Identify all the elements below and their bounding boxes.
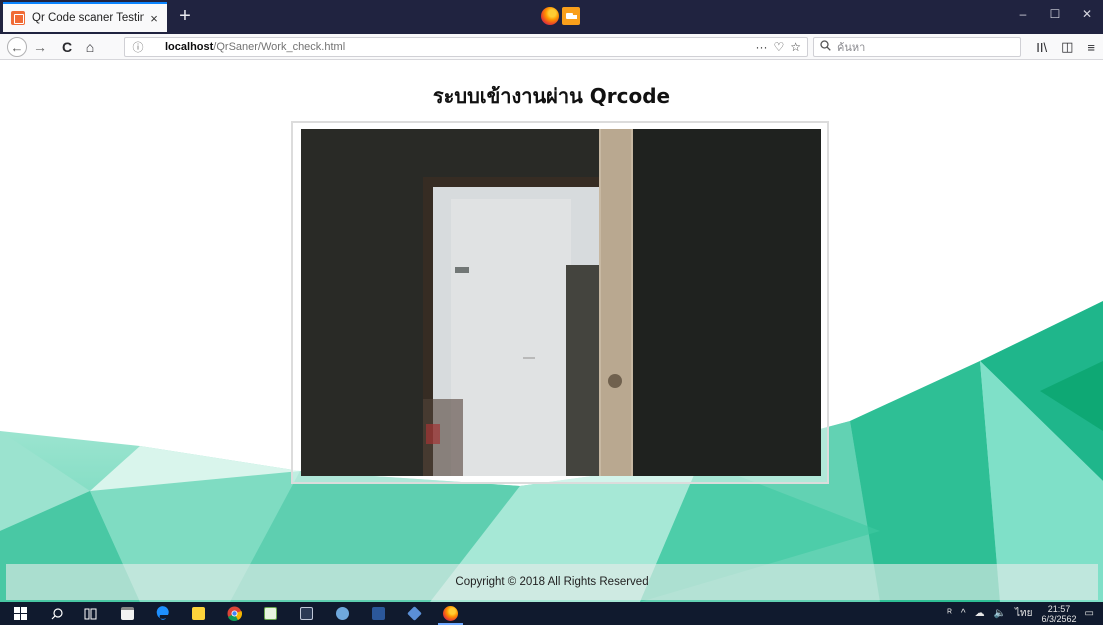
url-host: localhost [165,41,214,53]
taskbar-edge[interactable] [146,602,179,625]
windows-icon [14,607,27,620]
notepad-icon [264,607,277,620]
show-hidden-icons-chevron[interactable]: ^ [961,608,966,619]
url-bar[interactable]: ⓘ localhost/QrSaner/Work_check.html ··· … [124,37,808,57]
taskbar-search-button[interactable] [40,602,73,625]
camera-preview-frame [291,121,829,484]
web-page: ระบบเข้างานผ่าน Qrcode Copyright © 2018 … [0,61,1103,602]
firefox-icon [541,7,559,25]
webcam-video [301,129,821,476]
minimize-button[interactable]: – [1007,0,1039,28]
taskbar-sticky-notes[interactable] [182,602,215,625]
taskbar-word[interactable] [362,602,395,625]
url-text[interactable]: localhost/QrSaner/Work_check.html [165,41,345,53]
task-view-button[interactable] [74,602,107,625]
volume-icon[interactable]: 🔈 [994,608,1006,619]
forward-button[interactable]: → [30,34,50,60]
taskbar-notepad[interactable] [254,602,287,625]
windows-taskbar: ᴿ ^ ☁ 🔈 ไทย 21:57 6/3/2562 ▭ [0,602,1103,625]
page-title: ระบบเข้างานผ่าน Qrcode [432,84,671,108]
steam-icon [336,607,349,620]
reload-button[interactable]: C [57,34,77,60]
pocket-icon[interactable]: ♡ [773,40,784,54]
library-icon[interactable]: II\ [1036,40,1047,55]
wifi-icon[interactable]: ☁ [975,608,985,619]
search-bar[interactable]: ค้นหา [813,37,1021,57]
system-tray: ᴿ ^ ☁ 🔈 ไทย 21:57 6/3/2562 ▭ [947,602,1103,625]
menu-icon[interactable]: ≡ [1087,40,1095,55]
tab-title: Qr Code scaner Testing [32,12,144,24]
taskbar-chrome[interactable] [218,602,251,625]
back-arrow-icon: ← [7,37,27,57]
back-button[interactable]: ← [6,34,28,60]
language-indicator[interactable]: ไทย [1015,606,1032,621]
search-icon [51,607,63,619]
site-info-icon[interactable]: ⓘ [125,39,151,55]
close-window-button[interactable]: ✕ [1071,0,1103,28]
sticky-notes-icon [192,607,205,620]
start-button[interactable] [4,602,37,625]
taskbar-file-explorer[interactable] [290,602,323,625]
url-path: /QrSaner/Work_check.html [213,41,346,53]
people-icon[interactable]: ᴿ [947,608,952,619]
navigation-toolbar: ← → C ⌂ ⓘ localhost/QrSaner/Work_check.h… [0,34,1103,60]
camera-sharing-icon [562,7,580,25]
restore-button[interactable]: ☐ [1039,0,1071,28]
new-tab-button[interactable]: + [172,4,198,30]
footer: Copyright © 2018 All Rights Reserved [6,564,1098,600]
browser-tab-strip: Qr Code scaner Testing × + – ☐ ✕ [0,0,1103,34]
box-icon [407,606,422,621]
copyright-text: Copyright © 2018 All Rights Reserved [455,576,649,588]
search-icon [820,40,831,54]
clock-date: 6/3/2562 [1041,613,1077,624]
firefox-icon [443,606,458,621]
chrome-icon [227,606,242,621]
taskbar-firefox[interactable] [434,602,467,625]
active-tab[interactable]: Qr Code scaner Testing × [3,2,167,32]
clock-time: 21:57 [1047,603,1071,614]
store-icon [121,607,134,620]
task-view-icon [84,608,97,619]
notifications-icon[interactable]: ▭ [1085,608,1094,619]
sidebar-icon[interactable]: ◫ [1061,39,1073,55]
bookmark-star-icon[interactable]: ☆ [790,40,801,54]
search-placeholder: ค้นหา [837,42,866,54]
toolbar-right: II\ ◫ ≡ [1036,34,1095,60]
window-icon [300,607,313,620]
qr-favicon-icon [11,11,25,25]
window-controls: – ☐ ✕ [1007,0,1103,28]
url-actions: ··· ♡ ☆ [755,40,807,54]
page-actions-icon[interactable]: ··· [755,40,767,54]
home-button[interactable]: ⌂ [80,34,100,60]
clock[interactable]: 21:57 6/3/2562 [1042,604,1077,624]
tab-close-icon[interactable]: × [144,11,164,26]
word-icon [372,607,385,620]
webcam-scene [301,129,821,476]
taskbar-box[interactable] [398,602,431,625]
taskbar-steam[interactable] [326,602,359,625]
edge-icon [156,606,169,620]
sharing-indicator[interactable] [541,7,580,25]
taskbar-store[interactable] [111,602,144,625]
